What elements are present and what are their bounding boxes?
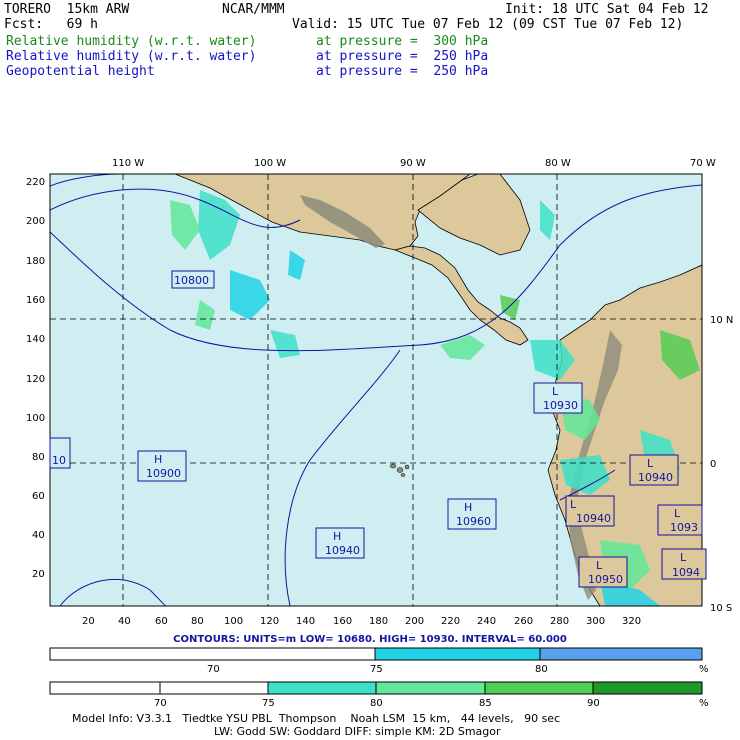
- init-time: Init: 18 UTC Sat 04 Feb 12: [505, 2, 709, 17]
- model-info-line1: Model Info: V3.3.1 Tiedtke YSU PBL Thomp…: [72, 712, 561, 725]
- svg-text:H: H: [464, 501, 472, 514]
- center-l-10940-east: L 10940: [629, 454, 679, 486]
- svg-text:10950: 10950: [588, 573, 623, 586]
- center-h-10900: H 10900: [137, 450, 187, 482]
- svg-text:L: L: [570, 498, 577, 511]
- cbar250-label: 80: [535, 664, 548, 675]
- weather-map: 110 W 100 W 90 W 80 W 70 W 220 200 180 1…: [26, 158, 733, 627]
- cbar300-label: 90: [587, 698, 600, 709]
- field-3-level: at pressure = 250 hPa: [316, 64, 489, 79]
- x-axis: 20 40 60 80 100 120 140 160 180 200 220 …: [82, 616, 641, 627]
- y-tick: 60: [32, 491, 45, 502]
- svg-text:10930: 10930: [543, 399, 578, 412]
- model-title: TORERO 15km ARW: [4, 2, 130, 17]
- forecast-hour: Fcst: 69 h: [4, 17, 98, 32]
- lon-label-90w: 90 W: [400, 158, 426, 169]
- field-1-name: Relative humidity (w.r.t. water): [6, 34, 257, 49]
- svg-text:10940: 10940: [576, 512, 611, 525]
- lat-label-10s: 10 S: [710, 603, 732, 614]
- colorbar-250hpa: 70 75 80 %: [49, 647, 709, 675]
- svg-text:L: L: [552, 385, 559, 398]
- model-info-line2: LW: Godd SW: Goddard DIFF: simple KM: 2D…: [214, 725, 501, 738]
- y-tick: 120: [26, 374, 45, 385]
- center-l-10940-coast: L 10940: [565, 495, 615, 527]
- cbar300-label: 75: [262, 698, 275, 709]
- colorbar-300hpa: 70 75 80 85 90 %: [49, 681, 709, 709]
- y-tick: 80: [32, 452, 45, 463]
- center-l-1094-edge: L 1094: [661, 548, 707, 580]
- svg-text:L: L: [674, 507, 681, 520]
- org-label: NCAR/MMM: [222, 2, 285, 17]
- center-h-10940: H 10940: [315, 527, 365, 559]
- field-2-level: at pressure = 250 hPa: [316, 49, 489, 64]
- valid-time: Valid: 15 UTC Tue 07 Feb 12 (09 CST Tue …: [292, 17, 684, 32]
- x-tick: 140: [296, 616, 315, 627]
- svg-text:L: L: [647, 457, 654, 470]
- svg-text:L: L: [596, 559, 603, 572]
- x-tick: 20: [82, 616, 95, 627]
- center-l-10930: L 10930: [533, 382, 583, 414]
- lat-label-0: 0: [710, 459, 716, 470]
- x-tick: 260: [514, 616, 533, 627]
- x-tick: 120: [260, 616, 279, 627]
- y-axis: 220 200 180 160 140 120 100 80 60 40 20: [26, 177, 45, 580]
- svg-text:10940: 10940: [325, 544, 360, 557]
- cbar300-label: 70: [154, 698, 167, 709]
- lon-label-80w: 80 W: [545, 158, 571, 169]
- svg-text:10940: 10940: [638, 471, 673, 484]
- svg-text:1093: 1093: [670, 521, 698, 534]
- center-10-left-edge: 10: [49, 437, 71, 469]
- cbar250-label: 75: [370, 664, 383, 675]
- y-tick: 200: [26, 216, 45, 227]
- svg-text:H: H: [333, 530, 341, 543]
- center-10800: 10800: [171, 270, 215, 289]
- center-l-10950: L 10950: [578, 556, 628, 588]
- lon-label-110w: 110 W: [112, 158, 144, 169]
- cbar300-label: 85: [479, 698, 492, 709]
- y-tick: 180: [26, 256, 45, 267]
- lon-label-100w: 100 W: [254, 158, 286, 169]
- y-tick: 220: [26, 177, 45, 188]
- x-tick: 80: [191, 616, 204, 627]
- cbar300-label: 80: [370, 698, 383, 709]
- x-tick: 200: [405, 616, 424, 627]
- y-tick: 100: [26, 413, 45, 424]
- svg-text:10960: 10960: [456, 515, 491, 528]
- svg-text:10900: 10900: [146, 467, 181, 480]
- x-tick: 100: [224, 616, 243, 627]
- x-tick: 240: [477, 616, 496, 627]
- contours-info: CONTOURS: UNITS=m LOW= 10680. HIGH= 1093…: [173, 634, 567, 645]
- field-1-level: at pressure = 300 hPa: [316, 34, 489, 49]
- y-tick: 140: [26, 334, 45, 345]
- svg-text:10: 10: [52, 454, 66, 467]
- x-tick: 180: [369, 616, 388, 627]
- field-2-name: Relative humidity (w.r.t. water): [6, 49, 257, 64]
- cbar300-label: %: [699, 698, 709, 709]
- y-tick: 40: [32, 530, 45, 541]
- svg-text:H: H: [154, 453, 162, 466]
- x-tick: 220: [441, 616, 460, 627]
- lon-label-70w: 70 W: [690, 158, 716, 169]
- svg-text:10800: 10800: [174, 274, 209, 287]
- lat-label-10n: 10 N: [710, 315, 733, 326]
- x-tick: 60: [155, 616, 168, 627]
- x-tick: 320: [622, 616, 641, 627]
- cbar250-label: 70: [207, 664, 220, 675]
- center-h-10960: H 10960: [447, 498, 497, 530]
- x-tick: 280: [550, 616, 569, 627]
- x-tick: 300: [586, 616, 605, 627]
- y-tick: 160: [26, 295, 45, 306]
- x-tick: 160: [333, 616, 352, 627]
- svg-text:1094: 1094: [672, 566, 700, 579]
- field-3-name: Geopotential height: [6, 64, 155, 79]
- center-l-1093-edge: L 1093: [657, 504, 703, 536]
- y-tick: 20: [32, 569, 45, 580]
- x-tick: 40: [118, 616, 131, 627]
- svg-text:L: L: [680, 551, 687, 564]
- cbar250-label: %: [699, 664, 709, 675]
